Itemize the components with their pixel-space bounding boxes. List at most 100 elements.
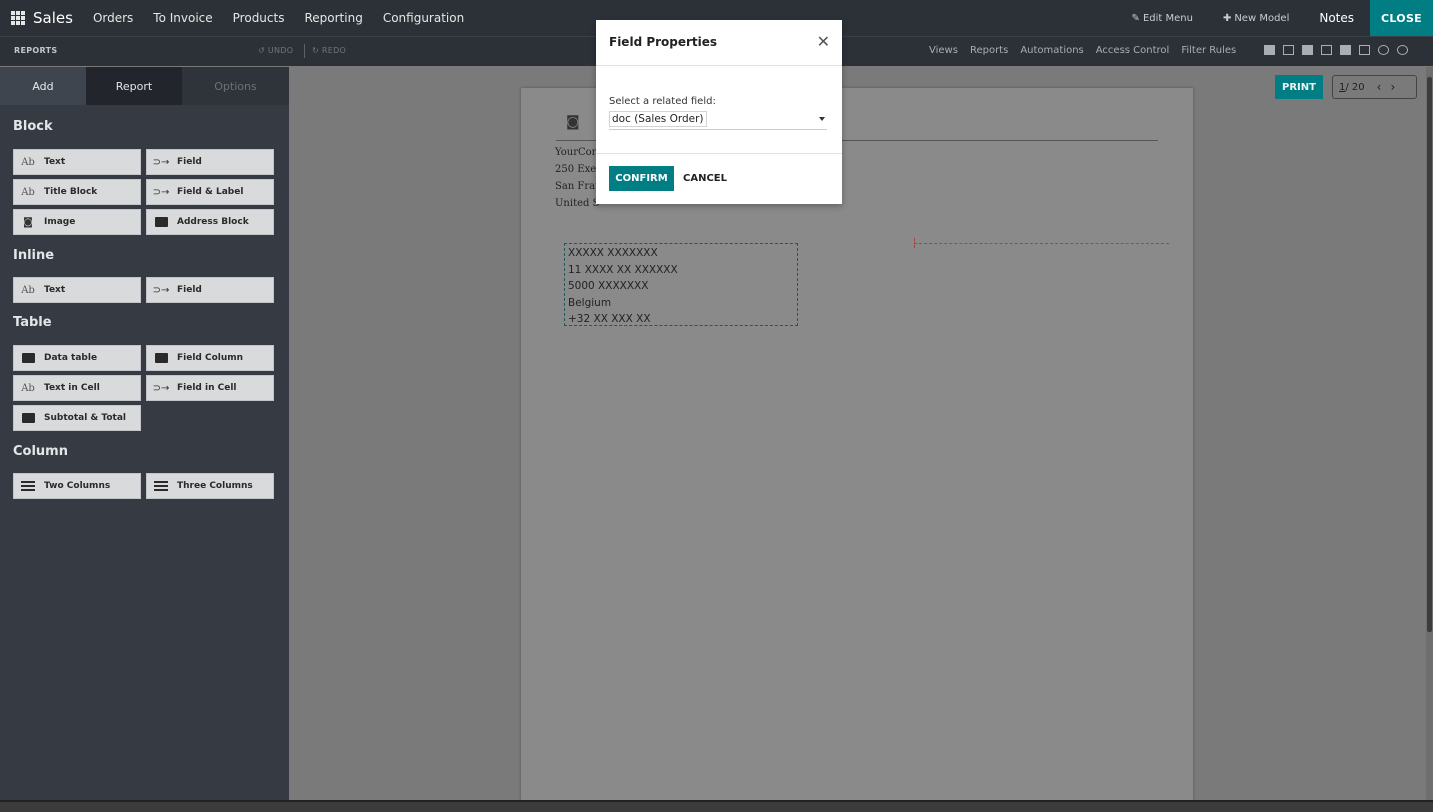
drop-zone-line: [914, 243, 1169, 244]
table-data-table[interactable]: Data table: [13, 345, 141, 371]
redo-button[interactable]: ↻ REDO: [312, 46, 346, 55]
ab-glyph: Ab: [21, 156, 35, 168]
logo-camera-icon[interactable]: ◙: [566, 114, 580, 130]
block-field-label-item[interactable]: ⊃→ Field & Label: [146, 179, 274, 205]
text-in-cell-label: Text in Cell: [44, 383, 100, 393]
block-image[interactable]: ◙ Image: [13, 209, 141, 235]
kanban-view-icon[interactable]: [1302, 45, 1313, 55]
nav-orders[interactable]: Orders: [93, 11, 133, 25]
new-model-button[interactable]: ✚ New Model: [1223, 13, 1289, 24]
dialog-title: Field Properties: [609, 35, 718, 49]
two-columns-label: Two Columns: [44, 481, 111, 491]
close-button[interactable]: CLOSE: [1370, 0, 1433, 36]
filter-rules-link[interactable]: Filter Rules: [1181, 45, 1236, 56]
field-icon: ⊃→: [152, 186, 170, 198]
tab-options[interactable]: Options: [182, 67, 289, 105]
print-button[interactable]: PRINT: [1275, 75, 1323, 99]
related-field-select[interactable]: doc (Sales Order): [609, 111, 827, 130]
block-address-label: Address Block: [177, 217, 249, 227]
pager-arrows: ‹ ›: [1377, 80, 1396, 94]
field-icon: ⊃→: [152, 284, 170, 296]
form-view-icon[interactable]: [1264, 45, 1275, 55]
edit-menu-label: Edit Menu: [1142, 12, 1193, 24]
address-line: Belgium: [568, 296, 612, 309]
column-three-columns[interactable]: Three Columns: [146, 473, 274, 499]
chevron-right-icon[interactable]: ›: [1390, 80, 1395, 94]
table-subtotal-total[interactable]: Subtotal & Total: [13, 405, 141, 431]
app-brand[interactable]: Sales: [33, 9, 73, 27]
tab-add[interactable]: Add: [0, 67, 86, 105]
views-link[interactable]: Views: [929, 45, 958, 56]
scrollbar-thumb[interactable]: [1427, 77, 1432, 632]
inline-field[interactable]: ⊃→ Field: [146, 277, 274, 303]
block-field[interactable]: ⊃→ Field: [146, 149, 274, 175]
company-line: San Fran: [555, 181, 602, 192]
confirm-button[interactable]: CONFIRM: [609, 166, 674, 191]
edit-menu-button[interactable]: ✎ Edit Menu: [1132, 13, 1193, 24]
undo-label: UNDO: [267, 46, 294, 55]
three-columns-label: Three Columns: [177, 481, 253, 491]
nav-to-invoice[interactable]: To Invoice: [153, 11, 212, 25]
nav-products[interactable]: Products: [233, 11, 285, 25]
block-address[interactable]: Address Block: [146, 209, 274, 235]
text-icon: Ab: [20, 285, 36, 296]
automations-link[interactable]: Automations: [1020, 45, 1083, 56]
graph-view-icon[interactable]: [1340, 45, 1351, 55]
section-inline-title: Inline: [13, 248, 55, 263]
table-field-in-cell[interactable]: ⊃→ Field in Cell: [146, 375, 274, 401]
access-control-link[interactable]: Access Control: [1096, 45, 1170, 56]
dialog-body: Select a related field: doc (Sales Order…: [596, 66, 842, 154]
customer-address-block[interactable]: XXXXX XXXXXXX 11 XXXX XX XXXXXX 5000 XXX…: [564, 243, 798, 326]
company-address[interactable]: YourCor 250 Exe San Fran United S: [555, 144, 602, 212]
redo-icon: ↻: [312, 46, 320, 55]
nav-reporting[interactable]: Reporting: [304, 11, 362, 25]
close-icon[interactable]: ✕: [817, 34, 830, 50]
plus-square-icon: [153, 353, 169, 363]
tab-report[interactable]: Report: [86, 67, 182, 105]
pencil-icon: ✎: [1131, 12, 1140, 24]
vertical-scrollbar[interactable]: [1426, 67, 1433, 800]
ab-glyph: Ab: [21, 284, 35, 296]
column-two-columns[interactable]: Two Columns: [13, 473, 141, 499]
address-line: 11 XXXX XX XXXXXX: [568, 263, 678, 276]
chevron-left-icon[interactable]: ‹: [1377, 80, 1382, 94]
bottom-edge: [0, 800, 1433, 812]
columns-icon: [153, 481, 169, 491]
reports-breadcrumb[interactable]: REPORTS: [14, 46, 57, 55]
block-field-label-text: Field & Label: [177, 187, 244, 197]
address-card-icon: [153, 217, 169, 227]
section-table-title: Table: [13, 315, 52, 330]
section-column-title: Column: [13, 444, 68, 459]
ab-glyph: Ab: [21, 382, 35, 394]
activity-view-icon[interactable]: [1378, 45, 1389, 55]
undo-button[interactable]: ↺ UNDO: [258, 46, 293, 55]
table-field-column[interactable]: Field Column: [146, 345, 274, 371]
reports-link[interactable]: Reports: [970, 45, 1008, 56]
list-view-icon[interactable]: [1283, 45, 1294, 55]
inline-text[interactable]: Ab Text: [13, 277, 141, 303]
report-canvas: ◙ YourCor 250 Exe San Fran United S XXXX…: [289, 67, 1426, 800]
ab-glyph: Ab: [21, 186, 35, 198]
plus-icon: ✚: [1222, 12, 1232, 24]
block-text[interactable]: Ab Text: [13, 149, 141, 175]
notes-link[interactable]: Notes: [1319, 11, 1354, 25]
pivot-view-icon[interactable]: [1359, 45, 1370, 55]
company-line: 250 Exe: [555, 164, 597, 175]
block-field-label: Field: [177, 157, 202, 167]
money-icon: [20, 413, 36, 423]
inline-text-label: Text: [44, 285, 66, 295]
block-title-block[interactable]: Ab Title Block: [13, 179, 141, 205]
apps-menu-icon[interactable]: [11, 11, 25, 25]
columns-icon: [20, 481, 36, 491]
company-line: United S: [555, 198, 600, 209]
pager-total: / 20: [1345, 81, 1365, 93]
nav-configuration[interactable]: Configuration: [383, 11, 464, 25]
field-icon: ⊃→: [152, 156, 170, 168]
table-text-in-cell[interactable]: Ab Text in Cell: [13, 375, 141, 401]
block-image-label: Image: [44, 217, 76, 227]
search-view-icon[interactable]: [1397, 45, 1408, 55]
pager-value[interactable]: 1/ 20: [1339, 82, 1365, 93]
calendar-view-icon[interactable]: [1321, 45, 1332, 55]
topnav-right: ✎ Edit Menu ✚ New Model Notes CLOSE: [1132, 0, 1433, 36]
cancel-button[interactable]: CANCEL: [677, 166, 733, 191]
